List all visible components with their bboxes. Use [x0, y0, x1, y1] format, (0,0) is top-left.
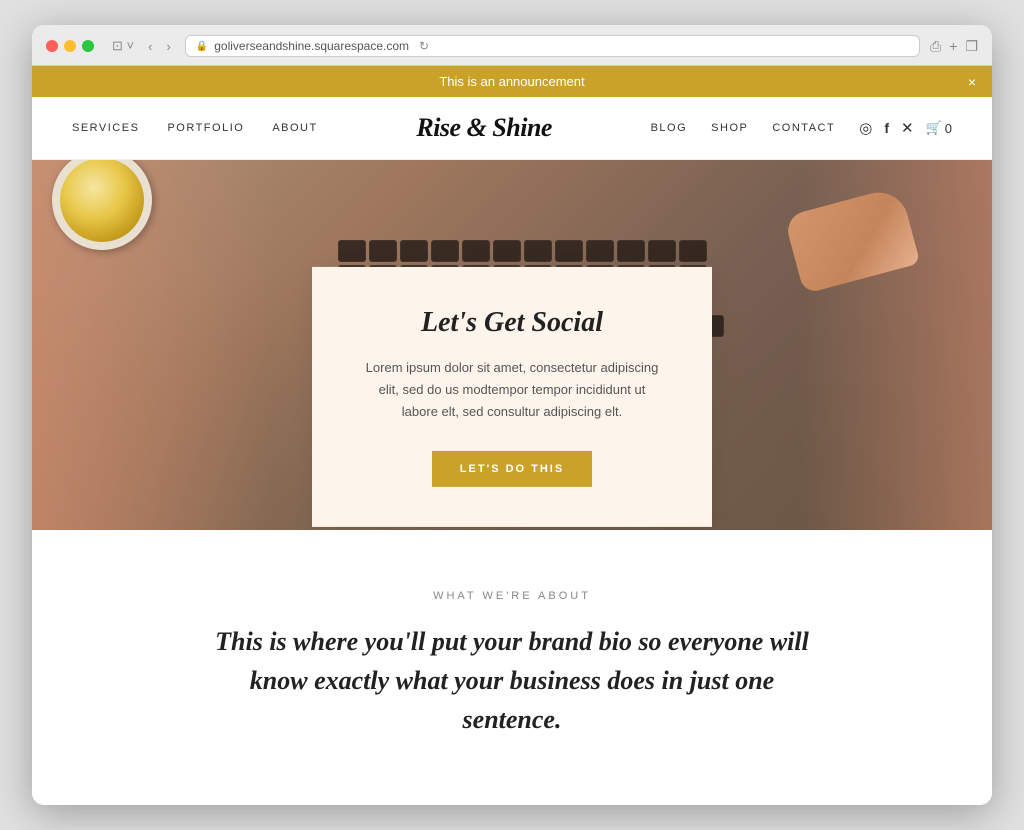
key — [648, 240, 676, 262]
key — [431, 240, 459, 262]
minimize-button[interactable] — [64, 40, 76, 52]
nav-right-area: BLOG SHOP CONTACT ◎ f ✕ 🛒 0 — [651, 119, 952, 137]
website-content: This is an announcement × SERVICES PORTF… — [32, 66, 992, 805]
share-button[interactable]: ⎙ — [930, 38, 941, 55]
facebook-icon[interactable]: f — [884, 120, 889, 136]
cart-icon-symbol: 🛒 — [926, 120, 942, 136]
nav-link-contact[interactable]: CONTACT — [772, 122, 835, 134]
site-logo[interactable]: Rise & Shine — [416, 113, 552, 143]
close-button[interactable] — [46, 40, 58, 52]
announcement-close-button[interactable]: × — [968, 74, 976, 90]
about-title: This is where you'll put your brand bio … — [212, 622, 812, 739]
nav-link-portfolio[interactable]: PORTFOLIO — [167, 122, 244, 134]
twitter-icon[interactable]: ✕ — [901, 119, 914, 137]
key — [555, 240, 583, 262]
address-bar[interactable]: 🔒 goliverseandshine.squarespace.com ↻ — [185, 35, 920, 57]
instagram-icon[interactable]: ◎ — [859, 119, 872, 137]
key — [369, 240, 397, 262]
social-card-body: Lorem ipsum dolor sit amet, consectetur … — [362, 357, 662, 423]
reload-button[interactable]: ↻ — [419, 39, 429, 53]
key — [524, 240, 552, 262]
nav-link-about[interactable]: ABOUT — [272, 122, 317, 134]
about-section: WHAT WE'RE ABOUT This is where you'll pu… — [32, 530, 992, 779]
announcement-text: This is an announcement — [439, 74, 584, 89]
key — [679, 240, 707, 262]
nav-link-blog[interactable]: BLOG — [651, 122, 688, 134]
nav-link-services[interactable]: SERVICES — [72, 122, 139, 134]
browser-actions: ⎙ + ❐ — [930, 38, 978, 55]
browser-window: ⊡ ˅ ‹ › 🔒 goliverseandshine.squarespace.… — [32, 25, 992, 805]
lock-icon: 🔒 — [196, 41, 208, 52]
nav-left-links: SERVICES PORTFOLIO ABOUT — [72, 122, 318, 134]
coffee-cup-visual — [52, 160, 152, 250]
back-button[interactable]: ‹ — [144, 37, 156, 56]
forward-button[interactable]: › — [162, 37, 174, 56]
new-tab-button[interactable]: + — [949, 38, 957, 55]
nav-link-shop[interactable]: SHOP — [711, 122, 748, 134]
key — [493, 240, 521, 262]
social-card: Let's Get Social Lorem ipsum dolor sit a… — [312, 267, 712, 527]
key — [400, 240, 428, 262]
cart-button[interactable]: 🛒 0 — [926, 120, 952, 136]
navigation: SERVICES PORTFOLIO ABOUT Rise & Shine BL… — [32, 97, 992, 160]
traffic-lights — [46, 40, 94, 52]
keyboard-row-1 — [132, 240, 912, 262]
nav-social-icons: ◎ f ✕ 🛒 0 — [859, 119, 952, 137]
key — [586, 240, 614, 262]
announcement-bar: This is an announcement × — [32, 66, 992, 97]
lets-do-this-button[interactable]: LET'S DO THIS — [432, 451, 592, 487]
key — [462, 240, 490, 262]
url-text: goliverseandshine.squarespace.com — [214, 39, 409, 53]
key — [338, 240, 366, 262]
cart-count: 0 — [945, 121, 952, 136]
maximize-button[interactable] — [82, 40, 94, 52]
key — [617, 240, 645, 262]
browser-controls: ⊡ ˅ ‹ › — [108, 36, 175, 56]
hero-section: Let's Get Social Lorem ipsum dolor sit a… — [32, 160, 992, 530]
about-label: WHAT WE'RE ABOUT — [72, 590, 952, 602]
windows-button[interactable]: ❐ — [965, 38, 978, 55]
social-card-title: Let's Get Social — [362, 307, 662, 339]
browser-chrome: ⊡ ˅ ‹ › 🔒 goliverseandshine.squarespace.… — [32, 25, 992, 66]
sidebar-toggle-button[interactable]: ⊡ ˅ — [108, 36, 138, 56]
